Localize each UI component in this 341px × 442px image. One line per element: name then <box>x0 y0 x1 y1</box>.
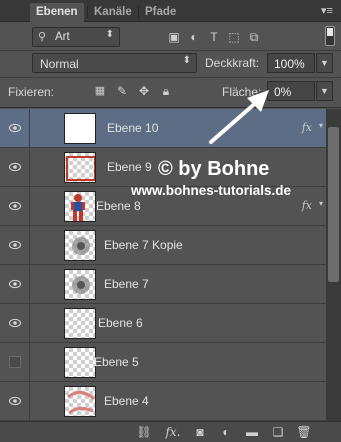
new-layer-icon[interactable]: ❏ <box>270 425 286 440</box>
eye-icon <box>9 318 21 328</box>
lock-transparent-pixels-icon[interactable]: ▦ <box>92 83 108 99</box>
layer-thumbnail <box>64 191 96 222</box>
visibility-toggle[interactable] <box>0 148 30 186</box>
visibility-toggle[interactable] <box>0 187 30 225</box>
expand-effects-icon[interactable]: ▾ <box>319 121 323 130</box>
red-outline-thumb-art <box>66 156 95 181</box>
filter-toggle[interactable] <box>325 26 335 46</box>
visibility-toggle[interactable] <box>0 304 30 342</box>
watermark-title: © by Bohne <box>158 158 270 180</box>
lock-image-pixels-icon[interactable]: ✎ <box>114 83 130 99</box>
layer-row[interactable]: Ebene 6 <box>0 304 326 343</box>
layer-thumbnail <box>64 386 96 417</box>
layer-thumbnail <box>64 269 96 300</box>
opacity-field[interactable]: 100% <box>267 53 315 73</box>
layer-thumbnail <box>64 347 96 378</box>
eye-icon <box>9 396 21 406</box>
layer-name[interactable]: Ebene 6 <box>98 316 143 330</box>
tab-pfade[interactable]: Pfade <box>139 3 182 22</box>
type-filter-icon[interactable]: T <box>206 29 222 45</box>
annotation-arrow-icon <box>209 90 269 144</box>
layer-name[interactable]: Ebene 7 <box>104 277 149 291</box>
visibility-toggle[interactable] <box>0 109 30 147</box>
layer-filter-kind: Art <box>55 31 70 43</box>
new-adjustment-icon[interactable]: ◐ <box>218 425 234 440</box>
layer-filter-select[interactable]: ⚲ Art ⬍ <box>32 27 120 47</box>
eye-icon <box>9 123 21 133</box>
tab-kanaele[interactable]: Kanäle <box>88 3 138 22</box>
tab-ebenen[interactable]: Ebenen <box>30 3 84 22</box>
layers-panel: Ebenen Kanäle Pfade ▾≡ ⚲ Art ⬍ ▣ ◐ T ⬚ ⧉… <box>0 0 341 442</box>
layer-effects-icon[interactable]: fx <box>302 121 312 134</box>
visibility-toggle[interactable] <box>0 265 30 303</box>
layer-list: Ebene 10 fx ▾ Ebene 9 Ebene 8 fx ▾ Ebene… <box>0 109 326 421</box>
lock-label: Fixieren: <box>8 85 55 99</box>
add-mask-icon[interactable]: ◙ <box>192 425 208 440</box>
visibility-toggle[interactable] <box>0 226 30 264</box>
scrollbar-thumb[interactable] <box>328 127 339 282</box>
new-group-icon[interactable]: ▬ <box>244 425 260 440</box>
layer-effects-icon[interactable]: fx <box>302 199 312 212</box>
link-layers-icon[interactable]: ⛓ <box>136 425 152 440</box>
delete-layer-icon[interactable]: 🗑︎ <box>296 425 312 440</box>
add-style-icon[interactable]: fx. <box>163 425 183 440</box>
layer-row[interactable]: Ebene 5 <box>0 343 326 382</box>
divider <box>0 77 341 78</box>
divider <box>0 107 341 108</box>
layer-name[interactable]: Ebene 5 <box>94 355 139 369</box>
layer-name[interactable]: Ebene 9 <box>107 160 152 174</box>
eye-icon <box>9 240 21 250</box>
visibility-toggle[interactable] <box>0 382 30 420</box>
layer-name[interactable]: Ebene 8 <box>96 199 141 213</box>
opacity-dropdown-button[interactable]: ▼ <box>316 53 333 73</box>
panel-tab-bar: Ebenen Kanäle Pfade ▾≡ <box>0 0 341 22</box>
layer-thumbnail <box>64 113 96 144</box>
visibility-toggle[interactable] <box>0 343 30 381</box>
shape-filter-icon[interactable]: ⬚ <box>226 29 242 45</box>
blend-mode-select[interactable]: Normal ⬍ <box>32 53 197 73</box>
layer-name[interactable]: Ebene 10 <box>107 121 158 135</box>
adjustment-filter-icon[interactable]: ◐ <box>186 29 202 45</box>
updown-arrow-icon: ⬍ <box>105 29 114 40</box>
layer-thumbnail <box>64 308 96 339</box>
smart-object-filter-icon[interactable]: ⧉ <box>246 29 262 45</box>
lock-all-icon[interactable]: 🔒︎ <box>158 83 174 99</box>
pixel-filter-icon[interactable]: ▣ <box>166 29 182 45</box>
gray-blob-thumb-art <box>72 276 90 294</box>
eye-icon <box>9 162 21 172</box>
eye-icon <box>9 279 21 289</box>
layer-row[interactable]: Ebene 7 <box>0 265 326 304</box>
pink-swirl-thumb-art <box>67 391 95 415</box>
search-icon: ⚲ <box>38 31 47 43</box>
layer-thumbnail <box>64 152 96 183</box>
layer-name[interactable]: Ebene 7 Kopie <box>104 238 183 252</box>
lock-position-icon[interactable]: ✥ <box>136 83 152 99</box>
fill-dropdown-button[interactable]: ▼ <box>316 81 333 101</box>
hidden-visibility-box <box>9 356 21 368</box>
watermark-url: www.bohnes-tutorials.de <box>131 183 292 198</box>
updown-arrow-icon: ⬍ <box>182 55 191 66</box>
opacity-label: Deckkraft: <box>205 56 260 70</box>
figure-thumb-art <box>71 194 85 221</box>
divider <box>0 50 341 51</box>
expand-effects-icon[interactable]: ▾ <box>319 199 323 208</box>
layer-row[interactable]: Ebene 7 Kopie <box>0 226 326 265</box>
eye-icon <box>9 201 21 211</box>
layer-row[interactable]: Ebene 4 <box>0 382 326 421</box>
layer-thumbnail <box>64 230 96 261</box>
filter-toggle-knob <box>327 28 333 36</box>
layer-row[interactable]: Ebene 10 fx ▾ <box>0 109 326 148</box>
layers-panel-footer: ⛓ fx. ◙ ◐ ▬ ❏ 🗑︎ <box>0 421 341 442</box>
layer-name[interactable]: Ebene 4 <box>104 394 149 408</box>
blend-mode-value: Normal <box>40 57 79 71</box>
gray-blob-thumb-art <box>72 237 90 255</box>
panel-menu-icon[interactable]: ▾≡ <box>319 3 335 19</box>
